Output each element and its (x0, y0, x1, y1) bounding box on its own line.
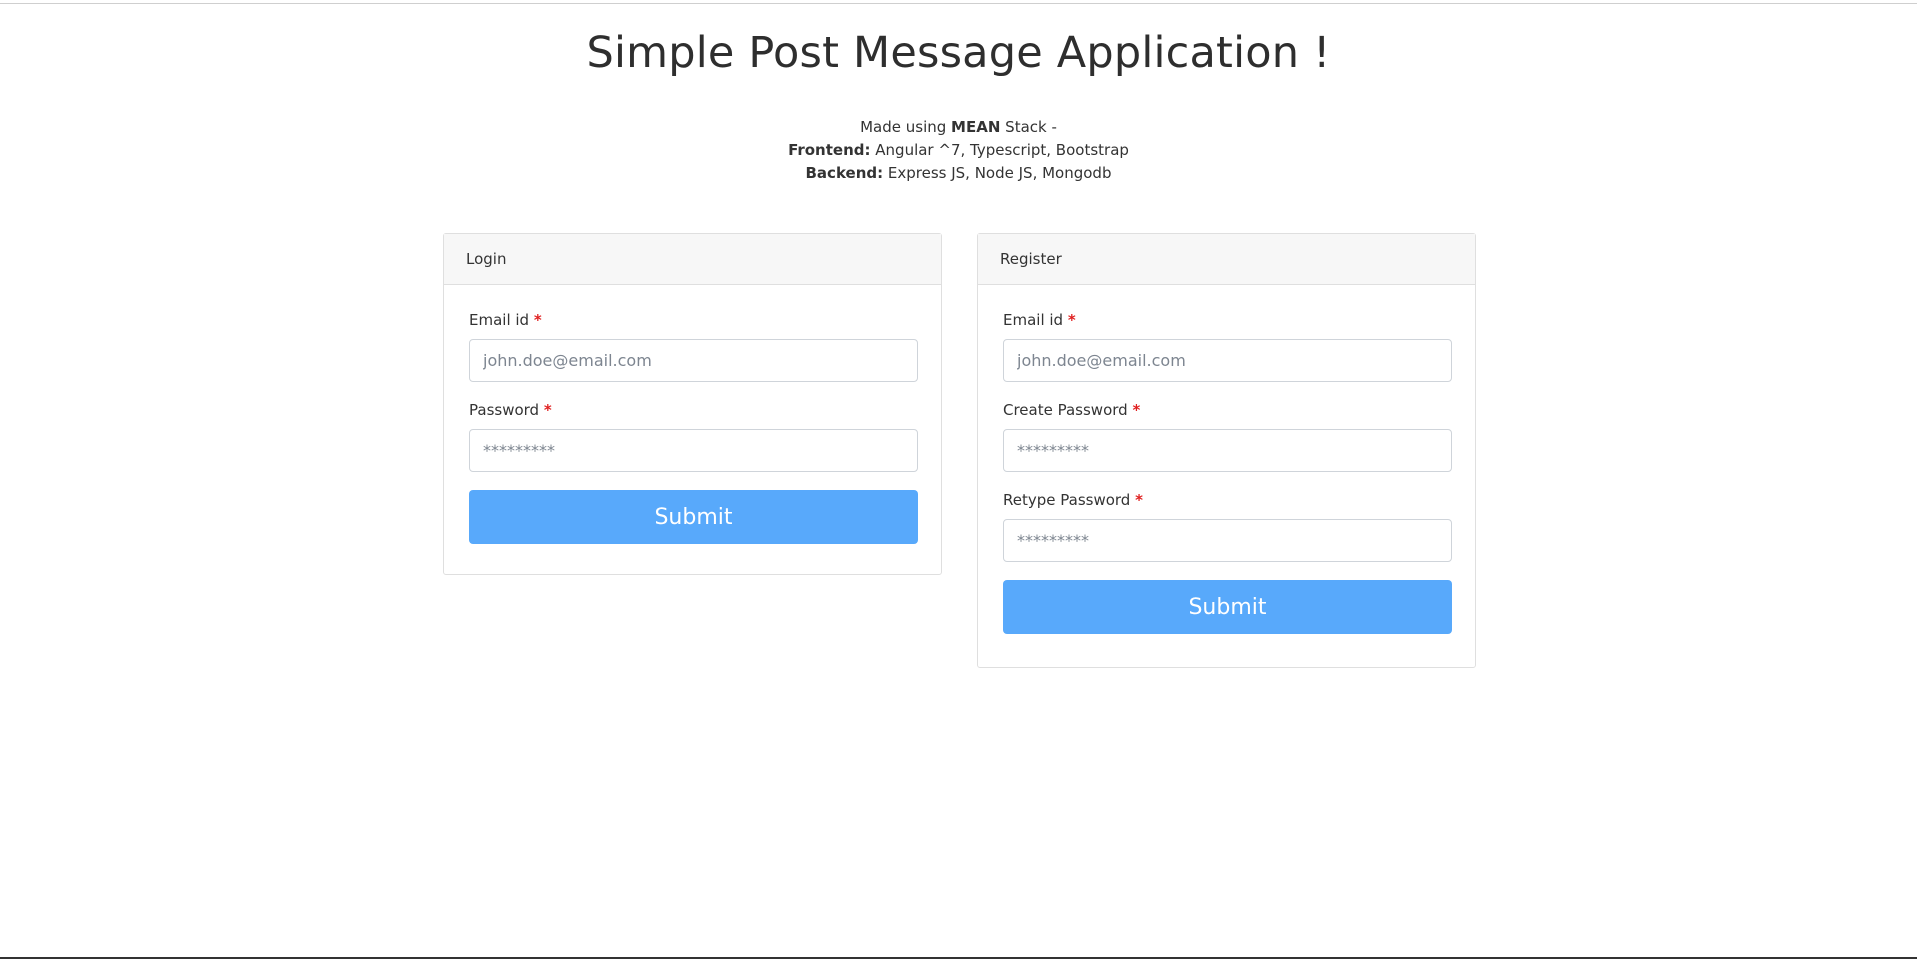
login-email-input[interactable] (469, 339, 918, 382)
page-title: Simple Post Message Application ! (586, 28, 1331, 78)
login-password-field-group: Password * (469, 400, 918, 472)
register-email-field-group: Email id * (1003, 310, 1452, 382)
required-marker: * (533, 311, 542, 329)
register-card: Register Email id * Create Password * Re… (977, 233, 1476, 668)
login-password-input[interactable] (469, 429, 918, 472)
register-email-label-text: Email id (1003, 311, 1064, 329)
register-create-password-field-group: Create Password * (1003, 400, 1452, 472)
login-card-header: Login (444, 234, 941, 285)
login-card-body: Email id * Password * Submit (444, 285, 941, 544)
register-retype-password-field-group: Retype Password * (1003, 490, 1452, 562)
register-email-input[interactable] (1003, 339, 1452, 382)
register-submit-button[interactable]: Submit (1003, 580, 1452, 634)
required-marker: * (1067, 311, 1076, 329)
backend-value: Express JS, Node JS, Mongodb (887, 164, 1112, 182)
backend-label: Backend: (805, 164, 884, 182)
stack-prefix: Made using (860, 118, 947, 136)
stack-suffix: Stack - (1005, 118, 1057, 136)
frontend-line: Frontend: Angular ^7, Typescript, Bootst… (0, 139, 1917, 162)
register-card-header: Register (978, 234, 1475, 285)
register-retype-password-label: Retype Password * (1003, 490, 1450, 510)
tech-stack-info: Made using MEAN Stack - Frontend: Angula… (0, 116, 1917, 185)
required-marker: * (1135, 491, 1143, 509)
login-password-label-text: Password (469, 401, 540, 419)
backend-line: Backend: Express JS, Node JS, Mongodb (0, 162, 1917, 185)
register-retype-password-input[interactable] (1003, 519, 1452, 562)
required-marker: * (1132, 401, 1141, 419)
frontend-value: Angular ^7, Typescript, Bootstrap (875, 141, 1129, 159)
login-submit-button[interactable]: Submit (469, 490, 918, 544)
register-create-password-label: Create Password * (1003, 400, 1450, 420)
login-email-field-group: Email id * (469, 310, 918, 382)
stack-name: MEAN (951, 118, 1001, 136)
login-email-label: Email id * (469, 310, 916, 330)
required-marker: * (543, 401, 552, 419)
login-card: Login Email id * Password * Submit (443, 233, 942, 575)
register-create-password-label-text: Create Password (1003, 401, 1128, 419)
register-create-password-input[interactable] (1003, 429, 1452, 472)
login-password-label: Password * (469, 400, 916, 420)
top-divider (0, 3, 1917, 4)
register-retype-password-label-text: Retype Password (1003, 491, 1131, 509)
frontend-label: Frontend: (788, 141, 871, 159)
stack-line: Made using MEAN Stack - (0, 116, 1917, 139)
register-card-body: Email id * Create Password * Retype Pass… (978, 285, 1475, 634)
login-email-label-text: Email id (469, 311, 530, 329)
register-email-label: Email id * (1003, 310, 1450, 330)
